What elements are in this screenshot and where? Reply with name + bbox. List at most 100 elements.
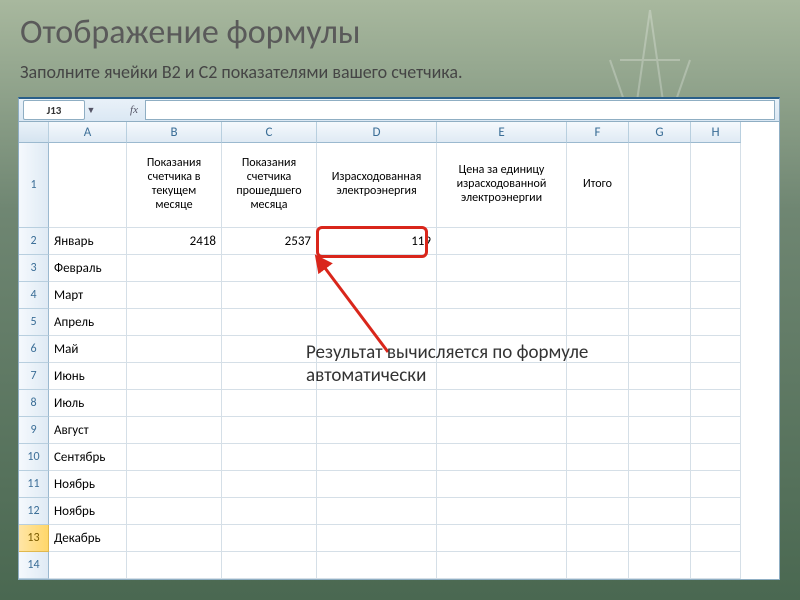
cell-B1[interactable]: Показания счетчика в текущем месяце [127, 143, 222, 228]
cell-H1[interactable] [691, 143, 741, 228]
cell-G12[interactable] [629, 498, 691, 525]
cell-C3[interactable] [222, 255, 317, 282]
cell-D1[interactable]: Израсходованная электроэнергия [317, 143, 437, 228]
cell-F4[interactable] [567, 282, 629, 309]
cell-C8[interactable] [222, 390, 317, 417]
cell-A14[interactable] [49, 552, 127, 579]
cell-A8[interactable]: Июль [49, 390, 127, 417]
row-header-12[interactable]: 12 [19, 498, 49, 525]
cell-F1[interactable]: Итого [567, 143, 629, 228]
cell-D12[interactable] [317, 498, 437, 525]
row-header-14[interactable]: 14 [19, 552, 49, 579]
cell-B8[interactable] [127, 390, 222, 417]
cell-B14[interactable] [127, 552, 222, 579]
cell-H12[interactable] [691, 498, 741, 525]
cell-F10[interactable] [567, 444, 629, 471]
cell-E5[interactable] [437, 309, 567, 336]
cell-A5[interactable]: Апрель [49, 309, 127, 336]
cell-A3[interactable]: Февраль [49, 255, 127, 282]
cell-E1[interactable]: Цена за единицу израсходованной электроэ… [437, 143, 567, 228]
cell-E11[interactable] [437, 471, 567, 498]
cell-D4[interactable] [317, 282, 437, 309]
cell-C6[interactable] [222, 336, 317, 363]
cell-D10[interactable] [317, 444, 437, 471]
col-header-G[interactable]: G [629, 122, 691, 143]
cell-B13[interactable] [127, 525, 222, 552]
cell-B12[interactable] [127, 498, 222, 525]
row-header-2[interactable]: 2 [19, 228, 49, 255]
cell-E13[interactable] [437, 525, 567, 552]
row-header-13[interactable]: 13 [19, 525, 49, 552]
col-header-F[interactable]: F [567, 122, 629, 143]
cell-B6[interactable] [127, 336, 222, 363]
col-header-A[interactable]: A [49, 122, 127, 143]
row-header-6[interactable]: 6 [19, 336, 49, 363]
cell-C1[interactable]: Показания счетчика прошедшего месяца [222, 143, 317, 228]
cell-G9[interactable] [629, 417, 691, 444]
cell-H2[interactable] [691, 228, 741, 255]
cell-H9[interactable] [691, 417, 741, 444]
col-header-E[interactable]: E [437, 122, 567, 143]
cell-B7[interactable] [127, 363, 222, 390]
cell-D8[interactable] [317, 390, 437, 417]
cell-C13[interactable] [222, 525, 317, 552]
row-header-3[interactable]: 3 [19, 255, 49, 282]
cell-E14[interactable] [437, 552, 567, 579]
cell-D2[interactable]: 119 [317, 228, 437, 255]
cell-D11[interactable] [317, 471, 437, 498]
cell-G13[interactable] [629, 525, 691, 552]
cell-D3[interactable] [317, 255, 437, 282]
cell-G3[interactable] [629, 255, 691, 282]
cell-C14[interactable] [222, 552, 317, 579]
col-header-B[interactable]: B [127, 122, 222, 143]
cell-B4[interactable] [127, 282, 222, 309]
cell-H8[interactable] [691, 390, 741, 417]
cell-H7[interactable] [691, 363, 741, 390]
cell-G6[interactable] [629, 336, 691, 363]
cell-F12[interactable] [567, 498, 629, 525]
cell-B3[interactable] [127, 255, 222, 282]
cell-A9[interactable]: Август [49, 417, 127, 444]
cell-C9[interactable] [222, 417, 317, 444]
formula-input[interactable] [145, 100, 775, 120]
cell-B9[interactable] [127, 417, 222, 444]
cell-B10[interactable] [127, 444, 222, 471]
cell-E4[interactable] [437, 282, 567, 309]
name-box-dropdown[interactable]: ▼ [85, 105, 97, 116]
cell-A2[interactable]: Январь [49, 228, 127, 255]
cell-F5[interactable] [567, 309, 629, 336]
cell-C4[interactable] [222, 282, 317, 309]
cell-A6[interactable]: Май [49, 336, 127, 363]
cell-E12[interactable] [437, 498, 567, 525]
row-header-10[interactable]: 10 [19, 444, 49, 471]
cell-A10[interactable]: Сентябрь [49, 444, 127, 471]
cell-D14[interactable] [317, 552, 437, 579]
cell-C12[interactable] [222, 498, 317, 525]
cell-G1[interactable] [629, 143, 691, 228]
cell-E9[interactable] [437, 417, 567, 444]
cell-E2[interactable] [437, 228, 567, 255]
cell-D13[interactable] [317, 525, 437, 552]
col-header-D[interactable]: D [317, 122, 437, 143]
cell-A12[interactable]: Ноябрь [49, 498, 127, 525]
cell-B5[interactable] [127, 309, 222, 336]
cell-F8[interactable] [567, 390, 629, 417]
cell-C11[interactable] [222, 471, 317, 498]
fx-icon[interactable]: fx [127, 104, 141, 116]
cell-H6[interactable] [691, 336, 741, 363]
cell-H5[interactable] [691, 309, 741, 336]
row-header-8[interactable]: 8 [19, 390, 49, 417]
row-header-5[interactable]: 5 [19, 309, 49, 336]
cell-B11[interactable] [127, 471, 222, 498]
cell-F14[interactable] [567, 552, 629, 579]
cell-A13[interactable]: Декабрь [49, 525, 127, 552]
select-all-corner[interactable] [19, 122, 49, 143]
cell-C5[interactable] [222, 309, 317, 336]
cell-G4[interactable] [629, 282, 691, 309]
cell-G14[interactable] [629, 552, 691, 579]
cell-G2[interactable] [629, 228, 691, 255]
cell-A7[interactable]: Июнь [49, 363, 127, 390]
cell-F9[interactable] [567, 417, 629, 444]
col-header-C[interactable]: C [222, 122, 317, 143]
cell-C7[interactable] [222, 363, 317, 390]
